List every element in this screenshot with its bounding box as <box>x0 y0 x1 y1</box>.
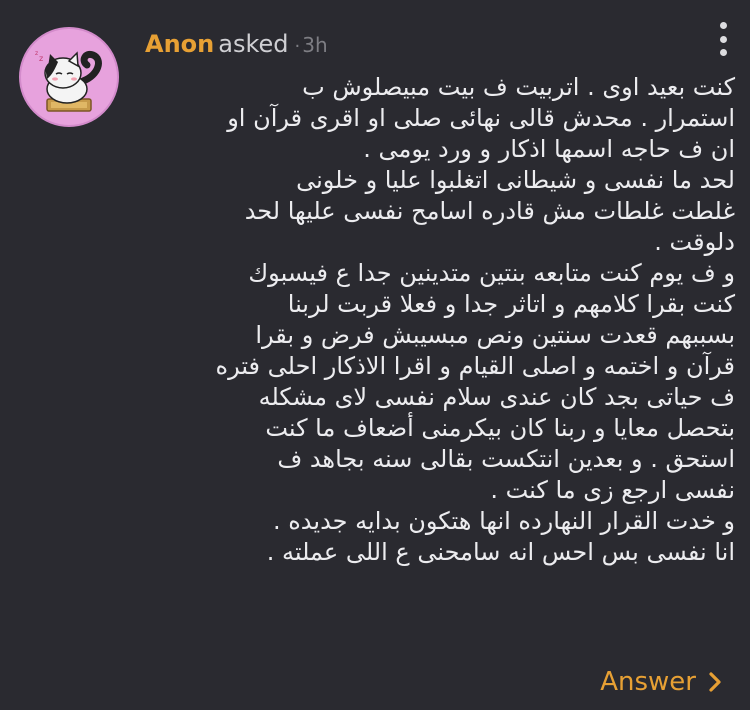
question-line: بسببهم قعدت سنتين ونص مبسيبش فرض و بقرا <box>255 321 735 349</box>
question-line: غلطت غلطات مش قادره اسامح نفسى عليها لحد <box>244 197 735 225</box>
question-line: بتحصل معايا و ربنا كان بيكرمنى أضعاف ما … <box>265 414 735 442</box>
question-line: نفسى ارجع زى ما كنت . <box>490 476 735 504</box>
answer-label: Answer <box>600 667 696 697</box>
question-line: ان ف حاجه اسمها اذكار و ورد يومى . <box>363 135 735 163</box>
svg-text:z: z <box>35 50 38 57</box>
answer-button[interactable]: Answer <box>600 665 726 699</box>
svg-text:z: z <box>39 54 43 63</box>
question-line: استمرار . محدش قالى نهائى صلى او اقرى قر… <box>227 104 735 132</box>
kebab-dot <box>719 49 727 56</box>
kebab-dot <box>719 35 727 43</box>
question-line: انا نفسى بس احس انه سامحنى ع اللى عملته … <box>266 538 735 566</box>
question-header: Anon asked · 3h <box>145 28 328 63</box>
question-text: كنت بعيد اوى . اتربيت ف بيت مبيصلوش ب اس… <box>147 72 736 568</box>
question-line: قرآن و اختمه و اصلى القيام و اقرا الاذكا… <box>215 352 736 380</box>
asker-name[interactable]: Anon <box>145 30 214 58</box>
question-line: استحق . و بعدين انتكست بقالى سنه بجاهد ف <box>277 445 735 473</box>
question-line: دلوقت . <box>654 228 735 256</box>
timestamp: 3h <box>302 33 328 57</box>
chevron-right-icon <box>709 672 721 692</box>
question-line: كنت بعيد اوى . اتربيت ف بيت مبيصلوش ب <box>302 73 735 101</box>
more-options-icon[interactable] <box>713 22 733 56</box>
separator-dot: · <box>294 36 301 57</box>
avatar[interactable]: z z <box>19 27 119 127</box>
question-line: لحد ما نفسى و شيطانى اتغلبوا عليا و خلون… <box>296 166 735 194</box>
question-line: ف حياتى بجد كان عندى سلام نفسى لاى مشكله <box>258 383 735 411</box>
cat-illustration-icon: z z <box>35 50 102 112</box>
question-line: و ف يوم كنت متابعه بنتين متدينين جدا ع ف… <box>248 259 735 287</box>
question-line: كنت بقرا كلامهم و اتاثر جدا و فعلا قربت … <box>287 290 735 318</box>
question-line: و خدت القرار النهارده انها هتكون بدايه ج… <box>272 507 735 535</box>
kebab-dot <box>719 22 727 29</box>
asked-label: asked <box>218 30 289 58</box>
